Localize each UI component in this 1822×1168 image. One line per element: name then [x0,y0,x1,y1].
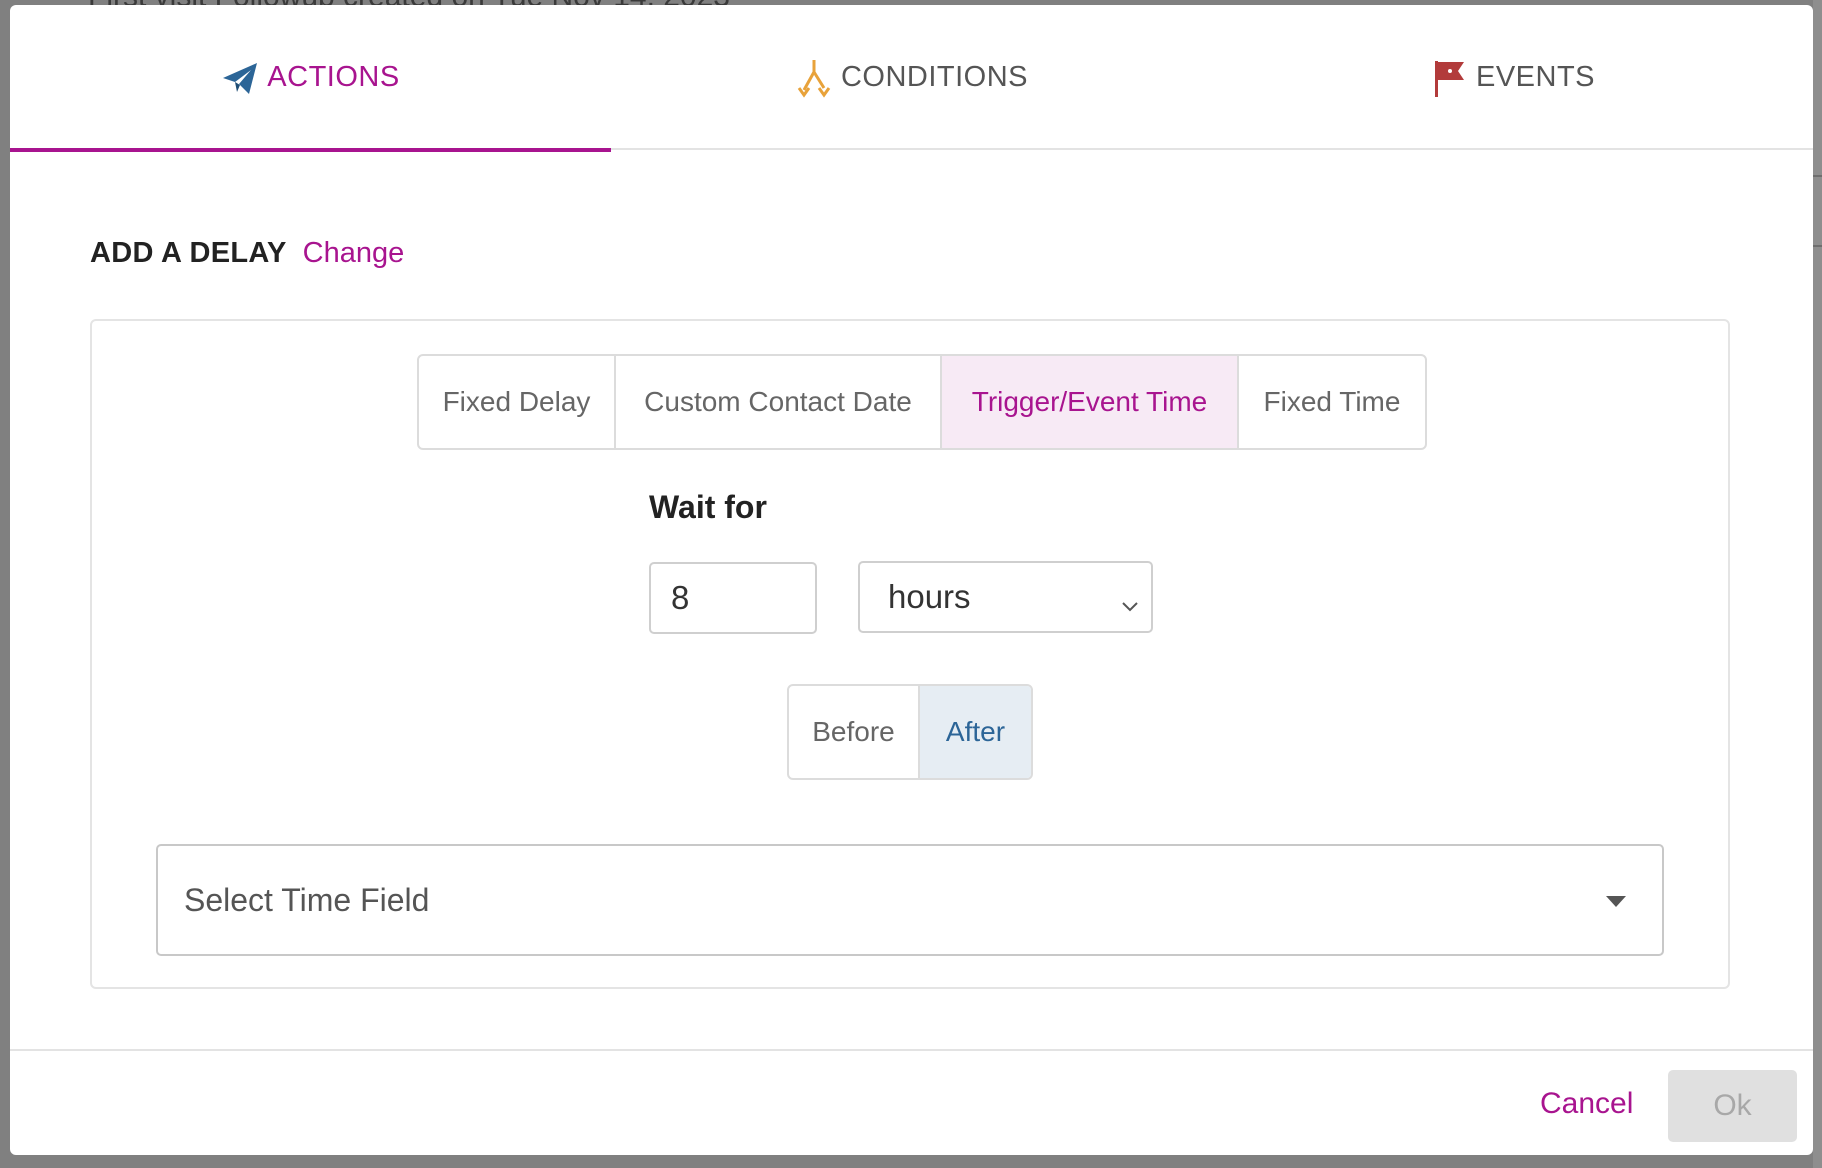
delay-type-trigger-event-time[interactable]: Trigger/Event Time [942,356,1239,448]
branch-split-icon [795,58,833,98]
tab-actions-label: ACTIONS [267,61,400,93]
tab-events-label: EVENTS [1475,61,1596,93]
wait-unit-select[interactable]: hours [858,561,1153,633]
background-row-line [1813,175,1822,177]
section-heading-row: ADD A DELAY Change [90,237,404,270]
delay-modal: ACTIONS CONDITIONS EVENTS ADD A DELAY Ch… [10,5,1813,1155]
cancel-button[interactable]: Cancel [1540,1087,1633,1121]
change-link[interactable]: Change [303,237,405,270]
before-button[interactable]: Before [789,686,920,778]
tab-conditions-label: CONDITIONS [840,61,1029,93]
wait-unit-value: hours [888,578,971,615]
time-field-placeholder: Select Time Field [184,881,430,918]
modal-footer: Cancel Ok [10,1049,1813,1155]
wait-for-label: Wait for [649,489,767,525]
ok-button[interactable]: Ok [1668,1070,1797,1142]
tab-actions[interactable]: ACTIONS [10,5,611,152]
delay-settings-panel: Fixed Delay Custom Contact Date Trigger/… [90,319,1730,989]
chevron-down-icon [1119,587,1141,612]
delay-type-custom-contact-date[interactable]: Custom Contact Date [616,356,942,448]
time-field-select[interactable]: Select Time Field [156,844,1664,956]
caret-down-icon [1606,896,1626,907]
after-button[interactable]: After [920,686,1031,778]
background-row-line [1813,245,1822,247]
section-heading: ADD A DELAY [90,237,287,269]
before-after-toggle: Before After [787,684,1033,780]
delay-type-fixed-delay[interactable]: Fixed Delay [419,356,616,448]
delay-type-selector: Fixed Delay Custom Contact Date Trigger/… [417,354,1427,450]
delay-type-fixed-time[interactable]: Fixed Time [1239,356,1425,448]
tab-conditions[interactable]: CONDITIONS [611,5,1212,150]
wait-amount-input[interactable] [649,562,817,634]
tab-events[interactable]: EVENTS [1212,5,1813,150]
flag-icon [1430,58,1468,98]
tab-bar: ACTIONS CONDITIONS EVENTS [10,5,1813,152]
paper-plane-icon [221,58,259,98]
